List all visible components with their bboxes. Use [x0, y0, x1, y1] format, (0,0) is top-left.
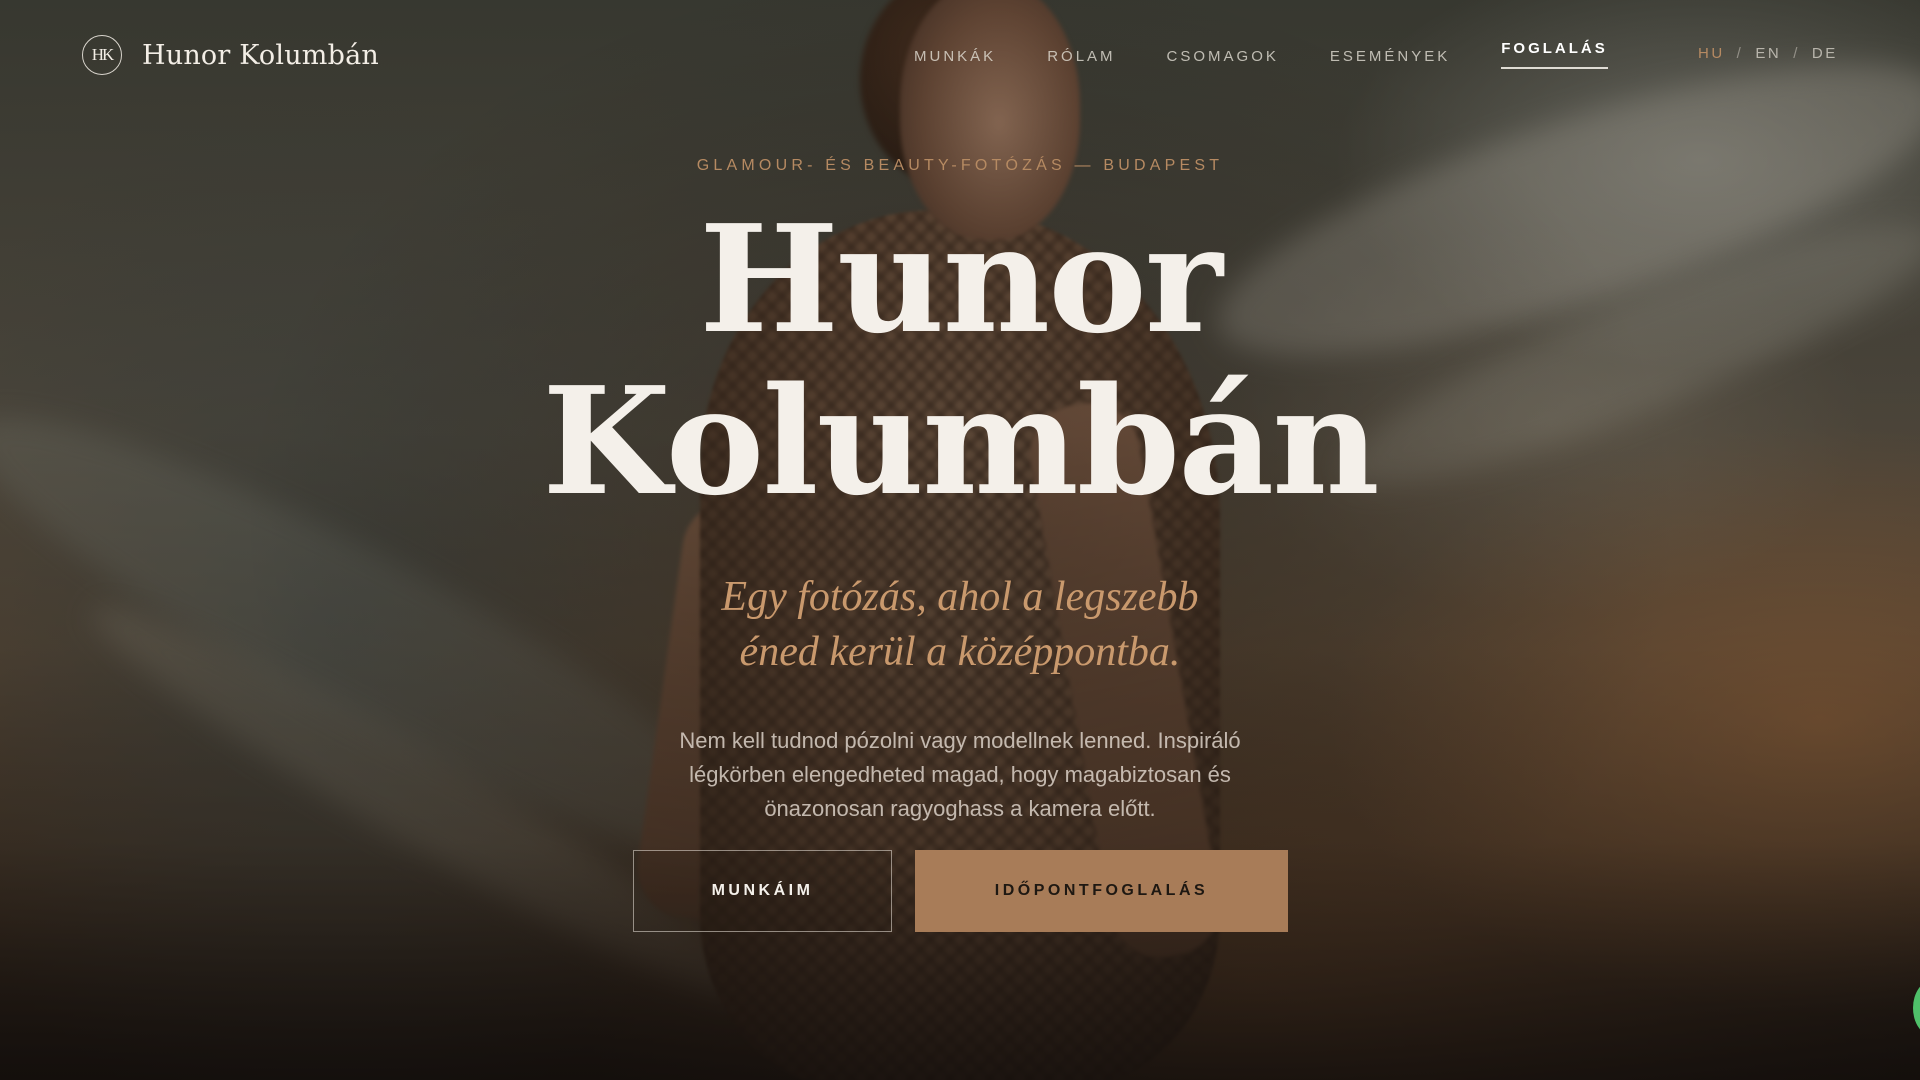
hero-title-line: Hunor [699, 192, 1223, 366]
hero-tagline: Egy fotózás, ahol a legszebb éned kerül … [0, 570, 1920, 680]
lang-de-link[interactable]: DE [1812, 45, 1838, 62]
hero-tagline-line: éned kerül a középpontba. [739, 629, 1181, 675]
hero-title-line: Kolumbán [542, 354, 1380, 528]
brand-logo-link[interactable]: HK Hunor Kolumbán [82, 34, 379, 76]
hero-title: Hunor Kolumbán [0, 198, 1920, 522]
chat-widget-icon[interactable] [1913, 980, 1920, 1036]
nav-item-rolam[interactable]: RÓLAM [1047, 48, 1115, 65]
hero-cta-group: MUNKÁIM IDŐPONTFOGLALÁS [633, 850, 1288, 932]
lang-hu-link[interactable]: HU [1698, 45, 1725, 62]
main-nav: MUNKÁK RÓLAM CSOMAGOK ESEMÉNYEK FOGLALÁS [914, 40, 1608, 69]
lang-separator: / [1793, 45, 1800, 62]
hero-tagline-line: Egy fotózás, ahol a legszebb [721, 574, 1199, 620]
my-works-button[interactable]: MUNKÁIM [633, 850, 892, 932]
book-appointment-button[interactable]: IDŐPONTFOGLALÁS [915, 850, 1288, 932]
nav-item-munkak[interactable]: MUNKÁK [914, 48, 996, 65]
hero-section: HK Hunor Kolumbán MUNKÁK RÓLAM CSOMAGOK … [0, 0, 1920, 1080]
language-switcher: HU / EN / DE [1698, 45, 1838, 62]
monogram-logo-icon: HK [82, 35, 122, 75]
nav-item-esemenyek[interactable]: ESEMÉNYEK [1330, 48, 1450, 65]
hero-eyebrow: GLAMOUR- ÉS BEAUTY-FOTÓZÁS — BUDAPEST [696, 157, 1224, 174]
site-header: HK Hunor Kolumbán MUNKÁK RÓLAM CSOMAGOK … [0, 0, 1920, 110]
lang-separator: / [1736, 45, 1744, 62]
nav-item-foglalas[interactable]: FOGLALÁS [1501, 40, 1608, 69]
lang-en-link[interactable]: EN [1755, 45, 1781, 62]
hero-lead-text: Nem kell tudnod pózolni vagy modellnek l… [679, 728, 1241, 821]
nav-item-csomagok[interactable]: CSOMAGOK [1167, 48, 1279, 65]
brand-name: Hunor Kolumbán [142, 39, 379, 71]
